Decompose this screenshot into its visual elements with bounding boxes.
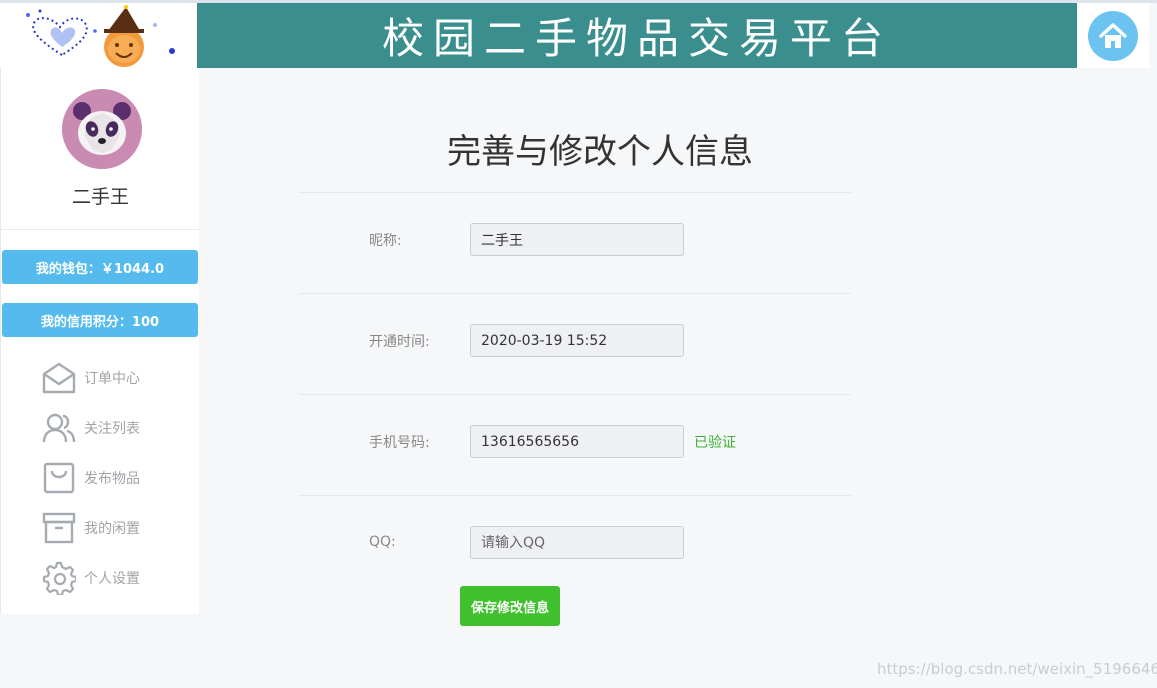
- sidebar-item-label: 个人设置: [84, 571, 140, 587]
- site-title: 校园二手物品交易平台: [381, 14, 892, 63]
- site-title-banner: 校园二手物品交易平台: [197, 3, 1077, 68]
- nickname-input[interactable]: [470, 223, 684, 256]
- panda-avatar: [62, 89, 142, 169]
- qq-label: QQ:: [369, 534, 396, 550]
- gear-icon: [41, 560, 77, 596]
- page-title: 完善与修改个人信息: [447, 132, 753, 172]
- sidebar-item-label: 我的闲置: [84, 521, 140, 537]
- envelope-icon: [41, 360, 77, 396]
- form-divider: [299, 394, 851, 395]
- sidebar-item-label: 发布物品: [84, 471, 140, 487]
- sidebar-item-following[interactable]: 关注列表: [41, 408, 191, 448]
- wallet-label: 我的钱包：￥1044.0: [35, 261, 165, 277]
- home-area: [1077, 3, 1149, 68]
- save-button[interactable]: 保存修改信息: [460, 586, 560, 626]
- sidebar-item-publish[interactable]: 发布物品: [41, 458, 191, 498]
- credit-score-label: 我的信用积分：100: [40, 314, 160, 330]
- sidebar: 二手王 我的钱包：￥1044.0 我的信用积分：100 订单中心 关注列表 发布…: [0, 68, 200, 614]
- nickname-label: 昵称:: [369, 233, 402, 249]
- sidebar-item-idle-items[interactable]: 我的闲置: [41, 508, 191, 548]
- sidebar-item-settings[interactable]: 个人设置: [41, 558, 191, 598]
- sidebar-item-orders[interactable]: 订单中心: [41, 358, 191, 398]
- site-logo[interactable]: [0, 3, 197, 68]
- home-button[interactable]: [1088, 10, 1138, 61]
- watermark: https://blog.csdn.net/weixin_51966461: [877, 660, 1157, 678]
- qq-input[interactable]: [470, 526, 684, 559]
- open-time-input[interactable]: [470, 324, 684, 357]
- bag-icon: [41, 460, 77, 496]
- form-divider: [299, 192, 851, 193]
- phone-label: 手机号码:: [369, 435, 430, 451]
- archive-box-icon: [41, 510, 77, 546]
- open-time-label: 开通时间:: [369, 334, 430, 350]
- username: 二手王: [71, 186, 129, 208]
- home-icon: [1099, 22, 1127, 48]
- sidebar-item-label: 订单中心: [84, 371, 140, 387]
- phone-verified-status: 已验证: [694, 435, 736, 451]
- wallet-button[interactable]: 我的钱包：￥1044.0: [2, 250, 198, 284]
- phone-input[interactable]: [470, 425, 684, 458]
- sidebar-item-label: 关注列表: [84, 421, 140, 437]
- credit-score-button[interactable]: 我的信用积分：100: [2, 303, 198, 337]
- users-icon: [41, 410, 77, 446]
- sidebar-divider: [1, 229, 200, 230]
- heart-and-pumpkin-logo: [26, 5, 175, 67]
- form-divider: [299, 495, 851, 496]
- user-avatar[interactable]: [62, 89, 142, 169]
- form-divider: [299, 293, 851, 294]
